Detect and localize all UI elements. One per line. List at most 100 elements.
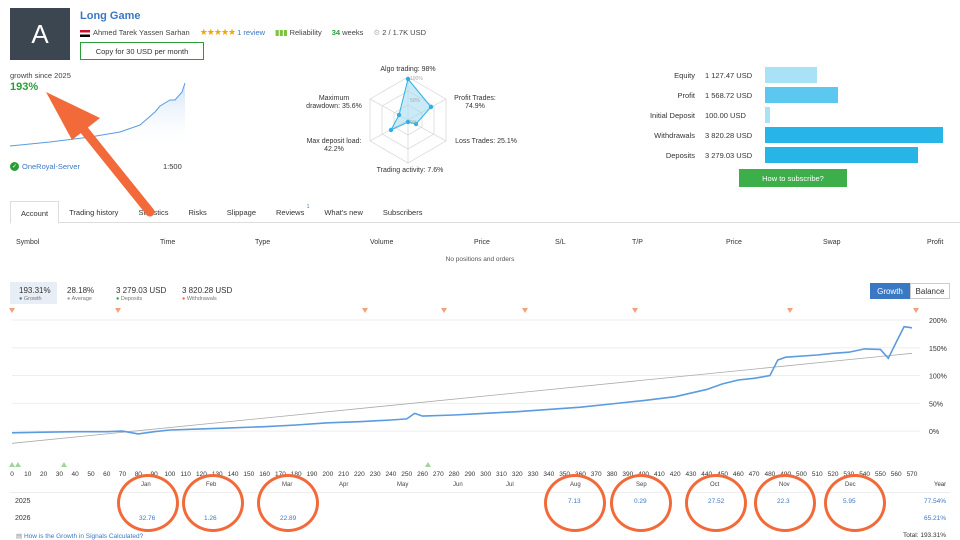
x-tick-label: 110 — [180, 471, 191, 478]
balance-toggle-button[interactable]: Balance — [910, 283, 950, 299]
x-tick-label: 300 — [480, 471, 491, 478]
summary-label: Withdrawals — [654, 130, 695, 140]
x-tick-label: 320 — [512, 471, 523, 478]
x-tick-label: 550 — [875, 471, 886, 478]
x-tick-label: 330 — [528, 471, 539, 478]
subscribe-button[interactable]: How to subscribe? — [739, 169, 847, 187]
x-tick-label: 340 — [543, 471, 554, 478]
tab-trading-history[interactable]: Trading history — [59, 201, 128, 222]
summary-row: Initial Deposit 100.00 USD — [600, 107, 960, 123]
column-header: Volume — [370, 239, 394, 246]
shield-icon: ✓ — [10, 162, 19, 171]
summary-value: 3 820.28 USD — [705, 130, 753, 140]
radar-loss-label: Loss Trades: 25.1% — [455, 138, 517, 145]
annotation-circle — [182, 474, 244, 532]
copy-button[interactable]: Copy for 30 USD per month — [80, 42, 204, 60]
tab-risks[interactable]: Risks — [178, 201, 216, 222]
x-tick-label: 30 — [56, 471, 64, 478]
month-header: Jun — [453, 482, 463, 488]
info-icon: ▤ — [16, 533, 23, 540]
month-header: Jul — [506, 482, 514, 488]
withdrawal-marker — [632, 308, 638, 313]
withdrawal-marker — [522, 308, 528, 313]
radar-deposit-load-label: Max deposit load: 42.2% — [306, 138, 362, 153]
radar-activity-label: Trading activity: 7.6% — [376, 167, 444, 174]
column-header: Symbol — [16, 239, 40, 246]
summary-row: Profit 1 568.72 USD — [600, 87, 960, 103]
x-tick-label: 60 — [103, 471, 111, 478]
withdrawal-marker — [913, 308, 919, 313]
tab-what-s-new[interactable]: What's new — [314, 201, 373, 222]
deposit-marker — [61, 462, 67, 467]
tab-reviews[interactable]: Reviews 1 — [266, 201, 314, 222]
x-tick-label: 150 — [243, 471, 254, 478]
x-tick-label: 520 — [828, 471, 839, 478]
summary-value: 1 127.47 USD — [705, 70, 753, 80]
annotation-circle — [685, 474, 747, 532]
summary-bar — [765, 107, 771, 123]
stat-growth[interactable]: 193.31% ● Growth — [10, 282, 57, 304]
summary-bar — [765, 87, 838, 103]
x-tick-label: 380 — [607, 471, 618, 478]
tab-account[interactable]: Account — [10, 201, 60, 224]
trend-line — [11, 352, 913, 444]
x-tick-label: 160 — [259, 471, 270, 478]
annotation-circle — [824, 474, 886, 532]
withdrawal-marker — [362, 308, 368, 313]
subscribers: ⚙ 2 / 1.7K USD — [373, 28, 427, 37]
svg-text:100%: 100% — [410, 76, 423, 82]
year-total: 77.54% — [923, 498, 946, 505]
column-header: Type — [255, 239, 271, 246]
svg-text:50%: 50% — [410, 98, 421, 104]
weeks: 34 weeks — [331, 28, 364, 37]
column-header: Time — [160, 239, 176, 246]
radar-drawdown-label: Maximum drawdown: 35.6% — [306, 95, 362, 110]
empty-positions: No positions and orders — [445, 256, 515, 263]
tab-subscribers[interactable]: Subscribers — [373, 201, 433, 222]
withdrawal-marker — [9, 308, 15, 313]
rating[interactable]: ★★★★★ 1 review — [200, 27, 265, 38]
growth-toggle-button[interactable]: Growth — [870, 283, 910, 299]
x-tick-label: 270 — [433, 471, 444, 478]
x-tick-label: 420 — [670, 471, 681, 478]
x-tick-label: 250 — [401, 471, 412, 478]
x-tick-label: 20 — [40, 471, 48, 478]
year-header: Year — [934, 482, 947, 488]
y-tick-label: 0% — [929, 429, 939, 436]
x-tick-label: 240 — [386, 471, 397, 478]
stat-average: 28.18% ● Average — [67, 286, 95, 302]
radar-profit-label: Profit Trades: 74.9% — [454, 95, 496, 110]
x-tick-label: 10 — [24, 471, 32, 478]
x-tick-label: 560 — [891, 471, 902, 478]
x-tick-label: 0 — [10, 471, 14, 478]
summary-row: Withdrawals 3 820.28 USD — [600, 127, 960, 143]
x-tick-label: 570 — [907, 471, 918, 478]
y-tick-label: 150% — [929, 346, 947, 353]
deposit-marker — [15, 462, 21, 467]
reviews-link[interactable]: 1 review — [237, 28, 265, 37]
mini-growth-chart — [10, 82, 186, 150]
summary-value: 1 568.72 USD — [705, 90, 753, 100]
x-tick-label: 510 — [812, 471, 823, 478]
tab-slippage[interactable]: Slippage — [217, 201, 266, 222]
total-growth: Total: 193.31% — [902, 532, 946, 539]
summary-bar — [765, 147, 919, 163]
y-tick-label: 50% — [929, 401, 943, 408]
column-header: Price — [474, 239, 490, 246]
x-tick-label: 50 — [87, 471, 95, 478]
summary-row: Deposits 3 279.03 USD — [600, 147, 960, 163]
summary-label: Equity — [674, 70, 695, 80]
server-link[interactable]: ✓ OneRoyal-Server — [10, 162, 80, 171]
signal-title[interactable]: Long Game — [80, 10, 141, 22]
tab-statistics[interactable]: Statistics — [128, 201, 178, 222]
annotation-circle — [754, 474, 816, 532]
positions-table-header: Symbol Time Type Volume Price S/L T/P Price Swap… — [0, 239, 960, 249]
x-tick-label: 280 — [449, 471, 460, 478]
x-tick-label: 230 — [370, 471, 381, 478]
growth-calc-link[interactable]: ▤ How is the Growth in Signals Calculate… — [16, 532, 143, 540]
month-header: May — [397, 482, 409, 488]
growth-label: growth since 2025 — [10, 71, 71, 80]
x-tick-label: 220 — [354, 471, 365, 478]
x-tick-label: 290 — [464, 471, 475, 478]
author[interactable]: Ahmed Tarek Yassen Sarhan — [80, 28, 190, 37]
